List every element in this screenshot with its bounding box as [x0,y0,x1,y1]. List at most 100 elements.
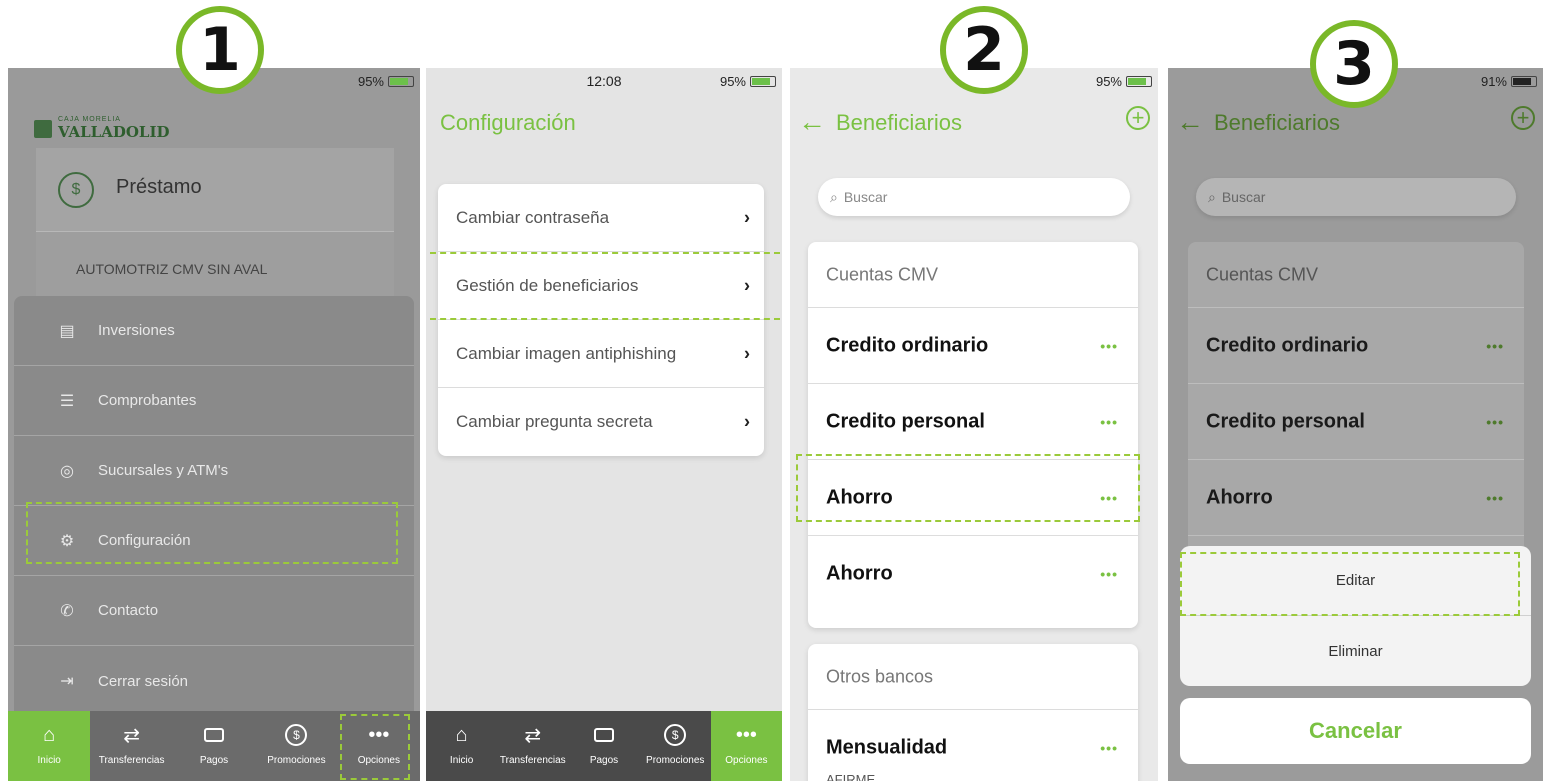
account-row[interactable]: Mensualidad ••• AFIRME [808,710,1138,781]
account-row[interactable]: Credito ordinario ••• [1188,308,1524,384]
highlight-editar [1180,552,1520,616]
account-row[interactable]: Ahorro ••• [1188,460,1524,536]
nav-label: Transferencias [499,755,566,766]
dollar-circle-icon: $ [58,172,94,208]
account-row[interactable]: Ahorro ••• [808,536,1138,612]
more-options-icon[interactable]: ••• [1100,566,1118,582]
wallet-icon [204,723,225,747]
nav-label: Promociones [646,755,705,766]
nav-item-inicio[interactable]: ⌂ Inicio [426,711,497,781]
account-name: Credito personal [826,410,985,432]
menu-item-label: Comprobantes [98,392,197,409]
transfer-icon: ⇄ [123,724,140,747]
account-row[interactable]: Credito ordinario ••• [808,308,1138,384]
search-input[interactable]: ⌕ Buscar [1196,178,1516,216]
more-options-icon[interactable]: ••• [1486,338,1504,354]
chevron-right-icon: › [744,275,750,295]
cmv-accounts-card: Cuentas CMV Credito ordinario ••• Credito… [808,242,1138,628]
cmv-accounts-card: Cuentas CMV Credito ordinario ••• Credito… [1188,242,1524,562]
page-title: Beneficiarios [1214,110,1340,135]
settings-item-cambiar-contrasena[interactable]: Cambiar contraseña › [438,184,764,252]
settings-item-cambiar-pregunta[interactable]: Cambiar pregunta secreta › [438,388,764,456]
nav-item-promociones[interactable]: $ Promociones [255,711,337,781]
menu-item-inversiones[interactable]: ▤ Inversiones [14,296,414,366]
search-input[interactable]: ⌕ Buscar [818,178,1130,216]
more-options-icon[interactable]: ••• [1100,414,1118,430]
search-placeholder: Buscar [1221,189,1266,205]
bank-small-name: CAJA MORELIA [58,116,121,123]
settings-item-gestion-beneficiarios[interactable]: Gestión de beneficiarios › [438,252,764,320]
menu-item-label: Sucursales y ATM's [98,462,229,479]
highlight-line-top [430,252,780,254]
battery-icon [388,76,414,87]
settings-item-label: Cambiar contraseña [456,207,610,227]
settings-item-label: Gestión de beneficiarios [456,275,639,295]
delete-button[interactable]: Eliminar [1180,616,1531,686]
battery-indicator: 95% [720,74,776,89]
step-badge-3: 3 [1310,20,1398,108]
receipt-icon: ☰ [59,392,75,410]
other-banks-card: Otros bancos Mensualidad ••• AFIRME [808,644,1138,781]
wallet-icon [594,723,614,747]
back-arrow-icon[interactable]: ← [1176,106,1204,138]
more-options-icon[interactable]: ••• [1100,338,1118,354]
location-pin-icon: ◎ [60,462,74,480]
transfer-icon: ⇄ [524,724,542,747]
nav-item-transferencias[interactable]: ⇄ Transferencias [497,711,568,781]
account-name: Credito ordinario [1206,334,1369,356]
nav-label: Pagos [589,755,619,766]
loan-card[interactable]: $ Préstamo [36,148,394,232]
menu-item-contacto[interactable]: ✆ Contacto [14,576,414,646]
battery-percent: 95% [1095,74,1122,89]
add-beneficiary-button[interactable]: + [1511,106,1535,130]
cancel-button[interactable]: Cancelar [1180,698,1531,764]
nav-item-opciones[interactable]: ••• Opciones [710,711,782,781]
section-header-cmv: Cuentas CMV [1188,242,1524,308]
delete-button-label: Eliminar [1328,642,1383,660]
highlight-configuracion [26,502,398,564]
phone-beneficiary-actions-screen: 91% ← Beneficiarios + ⌕ Buscar Cuentas CM… [1168,68,1543,781]
dollar-circle-icon: $ [285,723,308,747]
menu-item-cerrar-sesion[interactable]: ⇥ Cerrar sesión [14,646,414,716]
more-options-icon[interactable]: ••• [1486,414,1504,430]
add-beneficiary-button[interactable]: + [1126,106,1150,130]
section-title: Otros bancos [826,666,934,686]
menu-item-sucursales[interactable]: ◎ Sucursales y ATM's [14,436,414,506]
battery-indicator: 95% [1096,74,1152,89]
nav-item-transferencias[interactable]: ⇄ Transferencias [90,711,172,781]
account-name: Credito personal [1206,410,1365,432]
search-icon: ⌕ [1208,188,1216,205]
nav-item-pagos[interactable]: Pagos [568,711,639,781]
nav-item-pagos[interactable]: Pagos [173,711,255,781]
battery-percent: 95% [719,74,746,89]
settings-item-cambiar-imagen[interactable]: Cambiar imagen antiphishing › [438,320,764,388]
account-row[interactable]: Credito personal ••• [808,384,1138,460]
back-arrow-icon[interactable]: ← [798,106,826,138]
battery-percent: 91% [1480,74,1507,89]
logout-icon: ⇥ [60,673,74,690]
more-options-icon[interactable]: ••• [1100,740,1118,756]
nav-label: Inicio [37,755,61,766]
nav-label: Promociones [267,755,326,766]
battery-icon [750,76,776,87]
more-options-icon[interactable]: ••• [1486,490,1504,506]
nav-item-promociones[interactable]: $ Promociones [640,711,711,781]
highlight-ahorro [796,454,1140,522]
nav-item-inicio[interactable]: ⌂ Inicio [8,711,91,781]
settings-item-label: Cambiar imagen antiphishing [456,343,677,363]
loan-item[interactable]: AUTOMOTRIZ CMV SIN AVAL [36,232,394,302]
menu-item-comprobantes[interactable]: ☰ Comprobantes [14,366,414,436]
account-name: Mensualidad [826,736,948,759]
bank-name: VALLADOLID [58,123,170,141]
phone-icon: ✆ [60,602,74,620]
plus-icon: + [1516,105,1530,130]
home-icon: ⌂ [43,723,56,746]
more-dots-icon: ••• [735,723,757,746]
account-row[interactable]: Credito personal ••• [1188,384,1524,460]
menu-item-label: Inversiones [98,322,175,339]
chevron-right-icon: › [744,343,750,363]
page-title: Beneficiarios [836,110,962,135]
section-title: Cuentas CMV [826,264,939,284]
settings-card: Cambiar contraseña › Gestión de beneficia… [438,184,764,456]
account-name: Credito ordinario [826,334,989,356]
